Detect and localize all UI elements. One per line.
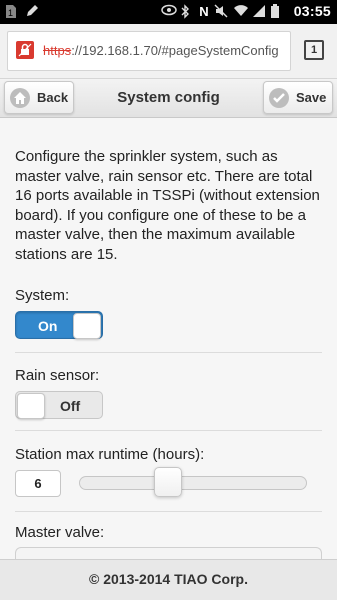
rain-sensor-toggle[interactable]: Off bbox=[15, 391, 103, 419]
back-button[interactable]: Back bbox=[4, 81, 74, 114]
system-toggle[interactable]: On bbox=[15, 311, 103, 339]
master-valve-label: Master valve: bbox=[15, 524, 105, 541]
url-path: ://192.168.1.70/#pageSystemConfig bbox=[71, 43, 279, 58]
home-icon bbox=[10, 87, 30, 108]
rain-sensor-toggle-state: Off bbox=[60, 398, 81, 414]
battery-icon bbox=[270, 4, 285, 18]
rain-sensor-label: Rain sensor: bbox=[15, 367, 100, 384]
svg-text:1: 1 bbox=[8, 8, 13, 18]
clock: 03:55 bbox=[293, 3, 331, 19]
divider bbox=[15, 352, 322, 353]
runtime-slider-track[interactable] bbox=[79, 476, 307, 490]
nfc-icon: N bbox=[199, 3, 209, 19]
signal-icon bbox=[252, 4, 266, 18]
sim-icon: 1 bbox=[5, 4, 19, 18]
save-button-label: Save bbox=[296, 90, 327, 105]
edit-icon bbox=[25, 4, 39, 18]
tab-switcher-button[interactable]: 1 bbox=[304, 40, 324, 60]
divider bbox=[15, 430, 322, 431]
system-label: System: bbox=[15, 287, 70, 304]
intro-text: Configure the sprinkler system, such as … bbox=[15, 148, 320, 263]
toggle-knob bbox=[73, 313, 101, 339]
insecure-lock-icon[interactable] bbox=[16, 41, 34, 59]
url-text[interactable]: https://192.168.1.70/#pageSystemConfig bbox=[43, 43, 279, 58]
runtime-value-input[interactable]: 6 bbox=[15, 470, 61, 497]
mute-icon bbox=[214, 4, 228, 18]
browser-toolbar: https://192.168.1.70/#pageSystemConfig 1 bbox=[0, 24, 337, 79]
footer: © 2013-2014 TIAO Corp. bbox=[0, 559, 337, 600]
back-button-label: Back bbox=[37, 90, 69, 105]
address-bar[interactable]: https://192.168.1.70/#pageSystemConfig bbox=[7, 31, 291, 71]
url-scheme: https bbox=[43, 43, 72, 58]
eye-icon bbox=[161, 4, 178, 18]
check-icon bbox=[269, 87, 289, 108]
status-bar: 1 N 03:55 bbox=[0, 0, 337, 24]
page-header: Back System config Save bbox=[0, 79, 337, 118]
divider bbox=[15, 511, 322, 512]
save-button[interactable]: Save bbox=[263, 81, 333, 114]
intro-section: Configure the sprinkler system, such as … bbox=[15, 147, 323, 264]
system-toggle-state: On bbox=[38, 318, 58, 334]
runtime-label: Station max runtime (hours): bbox=[15, 446, 205, 463]
toggle-knob bbox=[17, 393, 45, 419]
page-title: System config bbox=[117, 89, 220, 106]
wifi-icon bbox=[233, 4, 248, 18]
bluetooth-icon bbox=[180, 4, 194, 19]
runtime-slider-handle[interactable] bbox=[154, 467, 182, 497]
